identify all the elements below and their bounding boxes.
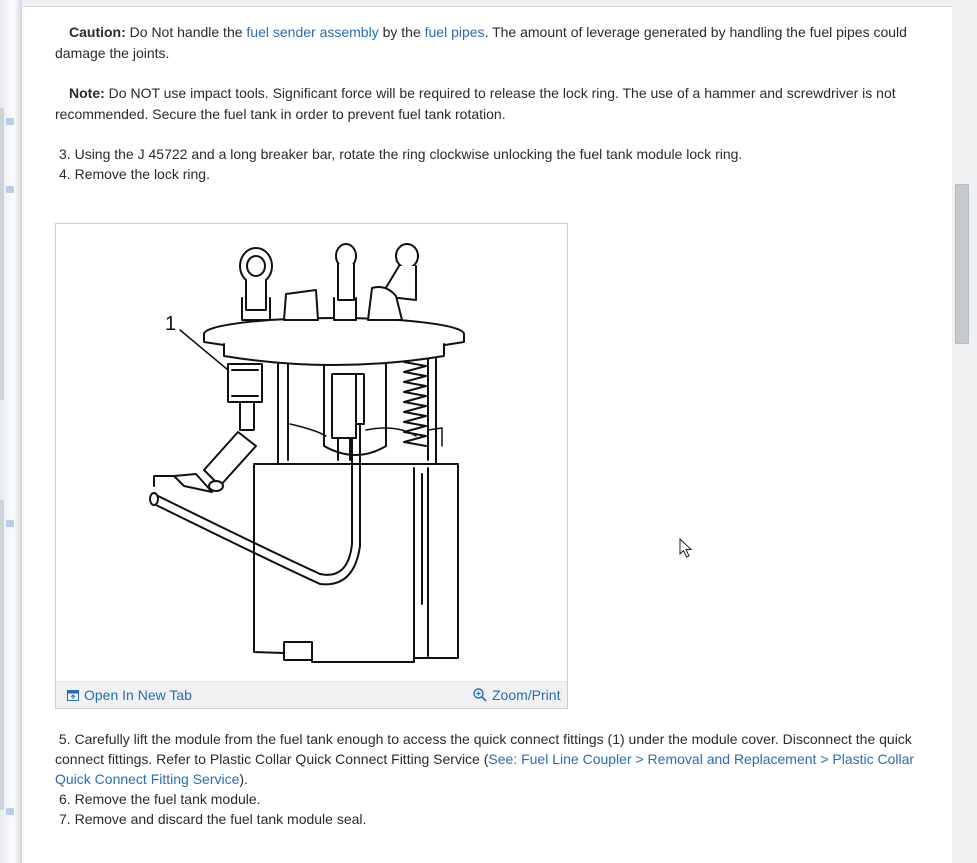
fuel-pump-module-illustration: 1 xyxy=(149,243,465,663)
step-text: Remove the lock ring. xyxy=(74,166,210,182)
list-item: 6. Remove the fuel tank module. xyxy=(59,789,261,809)
list-item: 7. Remove and discard the fuel tank modu… xyxy=(59,809,366,829)
step-text: ). xyxy=(239,771,248,787)
magnifier-icon xyxy=(473,688,487,702)
mouse-cursor-icon xyxy=(679,538,693,558)
step-number: 4. xyxy=(59,166,71,182)
note-label: Note: xyxy=(69,85,105,101)
fuel-pipes-link[interactable]: fuel pipes xyxy=(425,24,485,40)
zoom-print-label: Zoom/Print xyxy=(492,687,561,703)
step-number: 5. xyxy=(58,731,71,747)
step-number: 7. xyxy=(59,811,71,827)
left-edge-bar xyxy=(0,500,4,810)
note-text: Do NOT use impact tools. Significant for… xyxy=(55,85,896,122)
content-top-border xyxy=(22,0,952,7)
scrollbar-thumb[interactable] xyxy=(955,184,969,344)
fuel-pump-module-figure: 1 Open In New Tab Zoom/Print xyxy=(55,223,568,709)
open-new-tab-label: Open In New Tab xyxy=(84,687,192,703)
callout-label: 1 xyxy=(165,313,176,335)
left-edge-marker xyxy=(6,520,14,527)
list-item: 5. Carefully lift the module from the fu… xyxy=(55,729,935,789)
step-text: Using the J 45722 and a long breaker bar… xyxy=(74,146,743,162)
left-edge-marker xyxy=(6,118,14,125)
caution-paragraph: Caution: Do Not handle the fuel sender a… xyxy=(55,22,935,64)
zoom-print-button[interactable]: Zoom/Print xyxy=(473,687,560,703)
step-number: 3. xyxy=(59,146,71,162)
window-left-edge xyxy=(0,0,22,863)
scrollbar-track[interactable] xyxy=(952,0,977,863)
left-edge-marker xyxy=(6,808,14,815)
list-item: 4. Remove the lock ring. xyxy=(59,164,210,184)
step-number: 6. xyxy=(59,791,71,807)
fuel-sender-assembly-link[interactable]: fuel sender assembly xyxy=(246,24,378,40)
caution-label: Caution: xyxy=(69,24,126,40)
open-new-tab-icon xyxy=(67,689,79,701)
note-paragraph: Note: Do NOT use impact tools. Significa… xyxy=(55,83,935,125)
list-item: 3. Using the J 45722 and a long breaker … xyxy=(59,144,742,164)
figure-toolbar: Open In New Tab Zoom/Print xyxy=(56,681,567,708)
open-new-tab-button[interactable]: Open In New Tab xyxy=(67,687,192,703)
left-edge-marker xyxy=(6,186,14,193)
left-edge-bar xyxy=(0,108,4,400)
caution-text: Do Not handle the xyxy=(125,24,247,40)
caution-text: by the xyxy=(378,24,425,40)
step-text: Remove the fuel tank module. xyxy=(74,791,261,807)
step-text: Remove and discard the fuel tank module … xyxy=(74,811,367,827)
